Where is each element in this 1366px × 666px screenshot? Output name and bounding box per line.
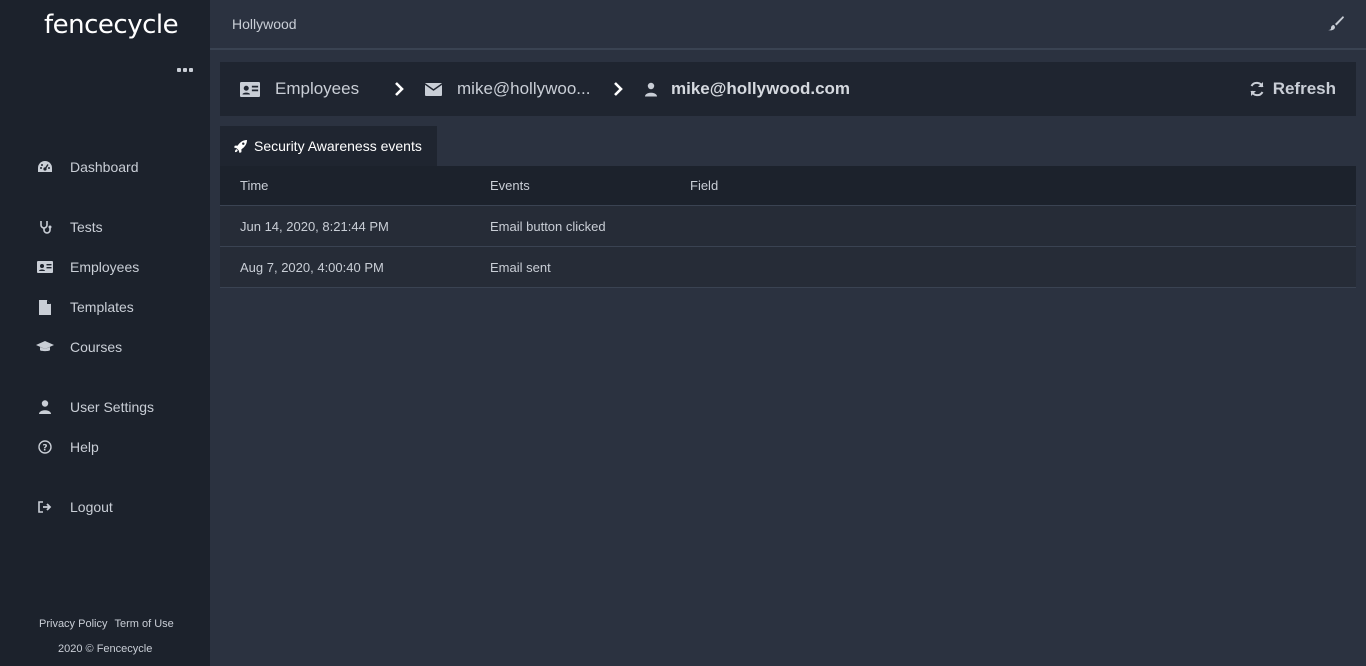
column-header-field[interactable]: Field [690, 166, 718, 205]
sidebar-item-label: Templates [70, 299, 134, 315]
stethoscope-icon [36, 218, 54, 236]
events-table: Time Events Field Jun 14, 2020, 8:21:44 … [220, 166, 1356, 288]
svg-text:?: ? [42, 444, 47, 454]
rocket-icon [234, 139, 247, 153]
app-logo[interactable]: fencecycle [44, 10, 179, 40]
breadcrumb: Employees mike@hollywoo... mike@hollywoo… [220, 62, 1356, 116]
sign-out-icon [36, 498, 54, 516]
privacy-policy-link[interactable]: Privacy Policy [39, 618, 107, 630]
sidebar-item-label: User Settings [70, 399, 155, 415]
breadcrumb-current: mike@hollywood.com [645, 62, 850, 116]
user-icon [645, 82, 657, 97]
refresh-button[interactable]: Refresh [1249, 62, 1336, 116]
footer-links: Privacy Policy Term of Use [39, 618, 174, 630]
refresh-icon [1249, 81, 1265, 97]
breadcrumb-label: Employees [275, 79, 360, 98]
top-bar: Hollywood [210, 0, 1366, 50]
sidebar: fencecycle Dashboard Tests Employees Tem… [0, 0, 210, 666]
breadcrumb-email[interactable]: mike@hollywoo... [425, 62, 590, 116]
sidebar-item-label: Employees [70, 259, 140, 275]
dashboard-icon [36, 158, 54, 176]
sidebar-item-tests[interactable]: Tests [36, 217, 103, 237]
terms-of-use-link[interactable]: Term of Use [114, 618, 173, 630]
file-icon [36, 298, 54, 316]
cell-event: Email button clicked [490, 218, 606, 234]
envelope-icon [425, 82, 442, 96]
graduation-cap-icon [36, 338, 54, 356]
id-card-icon [36, 258, 54, 276]
cell-time: Aug 7, 2020, 4:00:40 PM [240, 259, 384, 275]
more-options-icon[interactable] [177, 68, 193, 74]
tab-label: Security Awareness events [254, 138, 422, 154]
question-circle-icon: ? [36, 438, 54, 456]
sidebar-item-dashboard[interactable]: Dashboard [36, 157, 139, 177]
user-icon [36, 398, 54, 416]
breadcrumb-label: mike@hollywood.com [671, 79, 851, 98]
column-header-time[interactable]: Time [240, 166, 268, 205]
paint-brush-icon[interactable] [1328, 15, 1344, 31]
chevron-right-icon [392, 82, 406, 96]
sidebar-item-templates[interactable]: Templates [36, 297, 134, 317]
sidebar-item-label: Courses [70, 339, 123, 355]
sidebar-item-courses[interactable]: Courses [36, 337, 122, 357]
table-row[interactable]: Jun 14, 2020, 8:21:44 PM Email button cl… [220, 206, 1356, 247]
tab-security-awareness-events[interactable]: Security Awareness events [220, 126, 437, 166]
sidebar-item-user-settings[interactable]: User Settings [36, 397, 154, 417]
sidebar-item-label: Dashboard [70, 159, 139, 175]
refresh-label: Refresh [1272, 79, 1336, 98]
organization-name: Hollywood [232, 16, 297, 32]
sidebar-item-label: Help [70, 439, 99, 455]
breadcrumb-employees[interactable]: Employees [240, 62, 359, 116]
table-header: Time Events Field [220, 166, 1356, 206]
column-header-events[interactable]: Events [490, 166, 530, 205]
chevron-right-icon [611, 82, 625, 96]
table-row[interactable]: Aug 7, 2020, 4:00:40 PM Email sent [220, 247, 1356, 288]
id-card-icon [240, 81, 260, 97]
copyright: 2020 © Fencecycle [58, 643, 153, 655]
sidebar-item-help[interactable]: ? Help [36, 437, 99, 457]
sidebar-item-label: Logout [70, 499, 113, 515]
sidebar-item-logout[interactable]: Logout [36, 497, 113, 517]
sidebar-item-employees[interactable]: Employees [36, 257, 139, 277]
cell-event: Email sent [490, 259, 551, 275]
cell-time: Jun 14, 2020, 8:21:44 PM [240, 218, 389, 234]
sidebar-item-label: Tests [70, 219, 103, 235]
breadcrumb-label: mike@hollywoo... [457, 79, 591, 98]
